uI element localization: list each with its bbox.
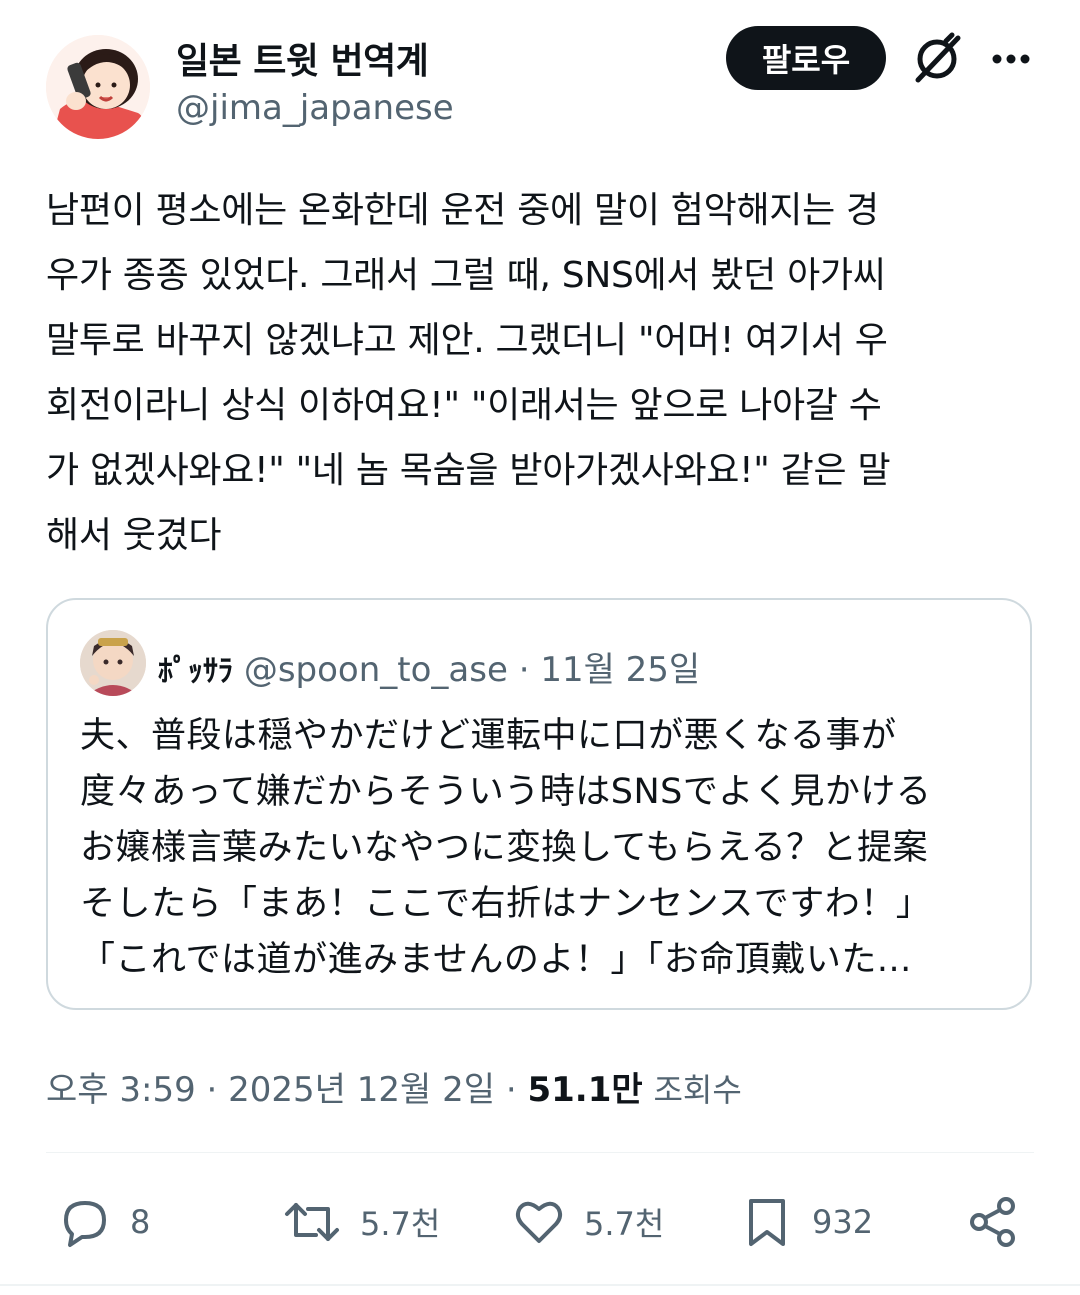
repost-count: 5.7천 [360,1205,441,1243]
views-label: 조회수 [653,1071,742,1109]
quoted-author-avatar[interactable] [80,630,146,696]
bookmark-count: 932 [812,1203,874,1241]
action-bar: 8 5.7천 5.7천 932 [0,1180,1080,1264]
share-button[interactable] [966,1180,1020,1264]
anime-character-avatar-icon [80,630,146,696]
like-count: 5.7천 [584,1205,665,1243]
post-meta: 오후 3:59 · 2025년 12월 2일 · 51.1만 조회수 [46,1062,742,1111]
woman-phone-avatar-icon [46,35,150,139]
quoted-separator: · [518,650,530,690]
repost-button[interactable]: 5.7천 [282,1180,440,1264]
reply-icon [64,1201,106,1247]
post-date[interactable]: 2025년 12월 2일 [228,1070,495,1110]
post-time[interactable]: 오후 3:59 [46,1070,196,1110]
post-text: 남편이 평소에는 온화한데 운전 중에 말이 험악해지는 경 우가 종종 있었다… [46,190,891,556]
views-count: 51.1만 [527,1070,643,1110]
author-avatar[interactable] [46,35,150,139]
share-icon [970,1197,1015,1247]
meta-separator: · [505,1070,517,1110]
quoted-date[interactable]: 11월 25일 [540,650,700,690]
author-handle[interactable]: @jima_japanese [176,88,454,128]
bookmark-button[interactable]: 932 [740,1180,873,1264]
post-header: 일본 트윗 번역계 @jima_japanese 팔로우 [0,0,1080,150]
quoted-post-header: ﾎﾟｯｻﾗ @spoon_to_ase · 11월 25일 [158,642,700,691]
meta-separator: · [206,1070,218,1110]
follow-button[interactable]: 팔로우 [726,26,886,90]
more-icon[interactable] [988,36,1034,82]
reply-count: 8 [130,1203,151,1241]
repost-icon [285,1203,339,1241]
bottom-divider [0,1284,1080,1286]
bookmark-icon [749,1199,785,1246]
quoted-handle[interactable]: @spoon_to_ase [244,650,508,690]
divider [46,1152,1034,1153]
quoted-display-name[interactable]: ﾎﾟｯｻﾗ [158,654,233,689]
quoted-post-text: 夫、普段は穏やかだけど運転中に口が悪くなる事が 度々あって嫌だからそういう時はS… [80,716,932,980]
quoted-post[interactable]: ﾎﾟｯｻﾗ @spoon_to_ase · 11월 25일 夫、普段は穏やかだけ… [46,598,1032,1010]
author-display-name[interactable]: 일본 트윗 번역계 [176,32,429,84]
reply-button[interactable]: 8 [58,1180,150,1264]
like-button[interactable]: 5.7천 [512,1180,664,1264]
heart-icon [515,1201,563,1243]
grok-icon[interactable] [910,32,964,86]
